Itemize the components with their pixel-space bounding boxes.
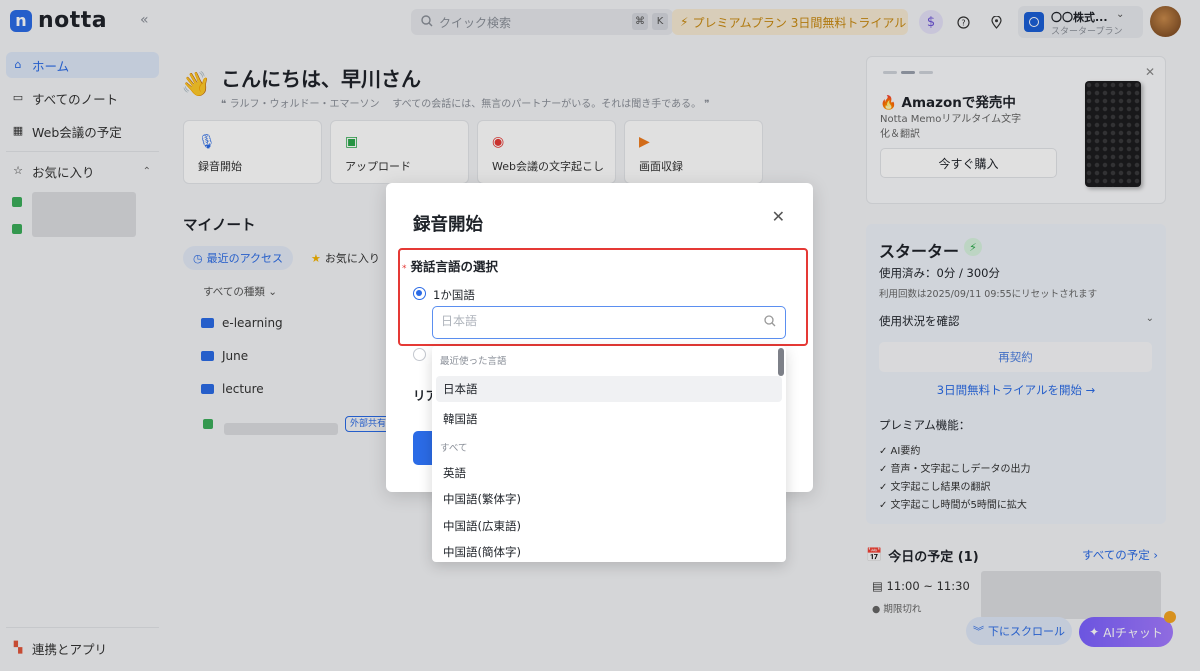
language-dropdown: 最近使った言語 日本語 韓国語 すべて 英語 中国語(繁体字) 中国語(広東語)… — [432, 346, 786, 562]
language-option[interactable]: 英語 — [436, 460, 782, 486]
language-option[interactable]: 中国語(広東語) — [436, 513, 782, 539]
red-highlight-box — [398, 248, 808, 346]
dropdown-group-recent: 最近使った言語 — [440, 356, 507, 367]
dialog-title: 録音開始 — [413, 215, 483, 235]
radio-multi-language[interactable] — [413, 348, 426, 361]
language-option[interactable]: 中国語(繁体字) — [436, 486, 782, 512]
scrollbar[interactable] — [778, 348, 784, 376]
dropdown-group-all: すべて — [440, 443, 468, 454]
language-option[interactable]: 中国語(簡体字) — [436, 539, 782, 562]
close-icon[interactable]: ✕ — [772, 207, 785, 226]
language-option[interactable]: 日本語 — [436, 376, 782, 402]
language-option[interactable]: 韓国語 — [436, 406, 782, 432]
